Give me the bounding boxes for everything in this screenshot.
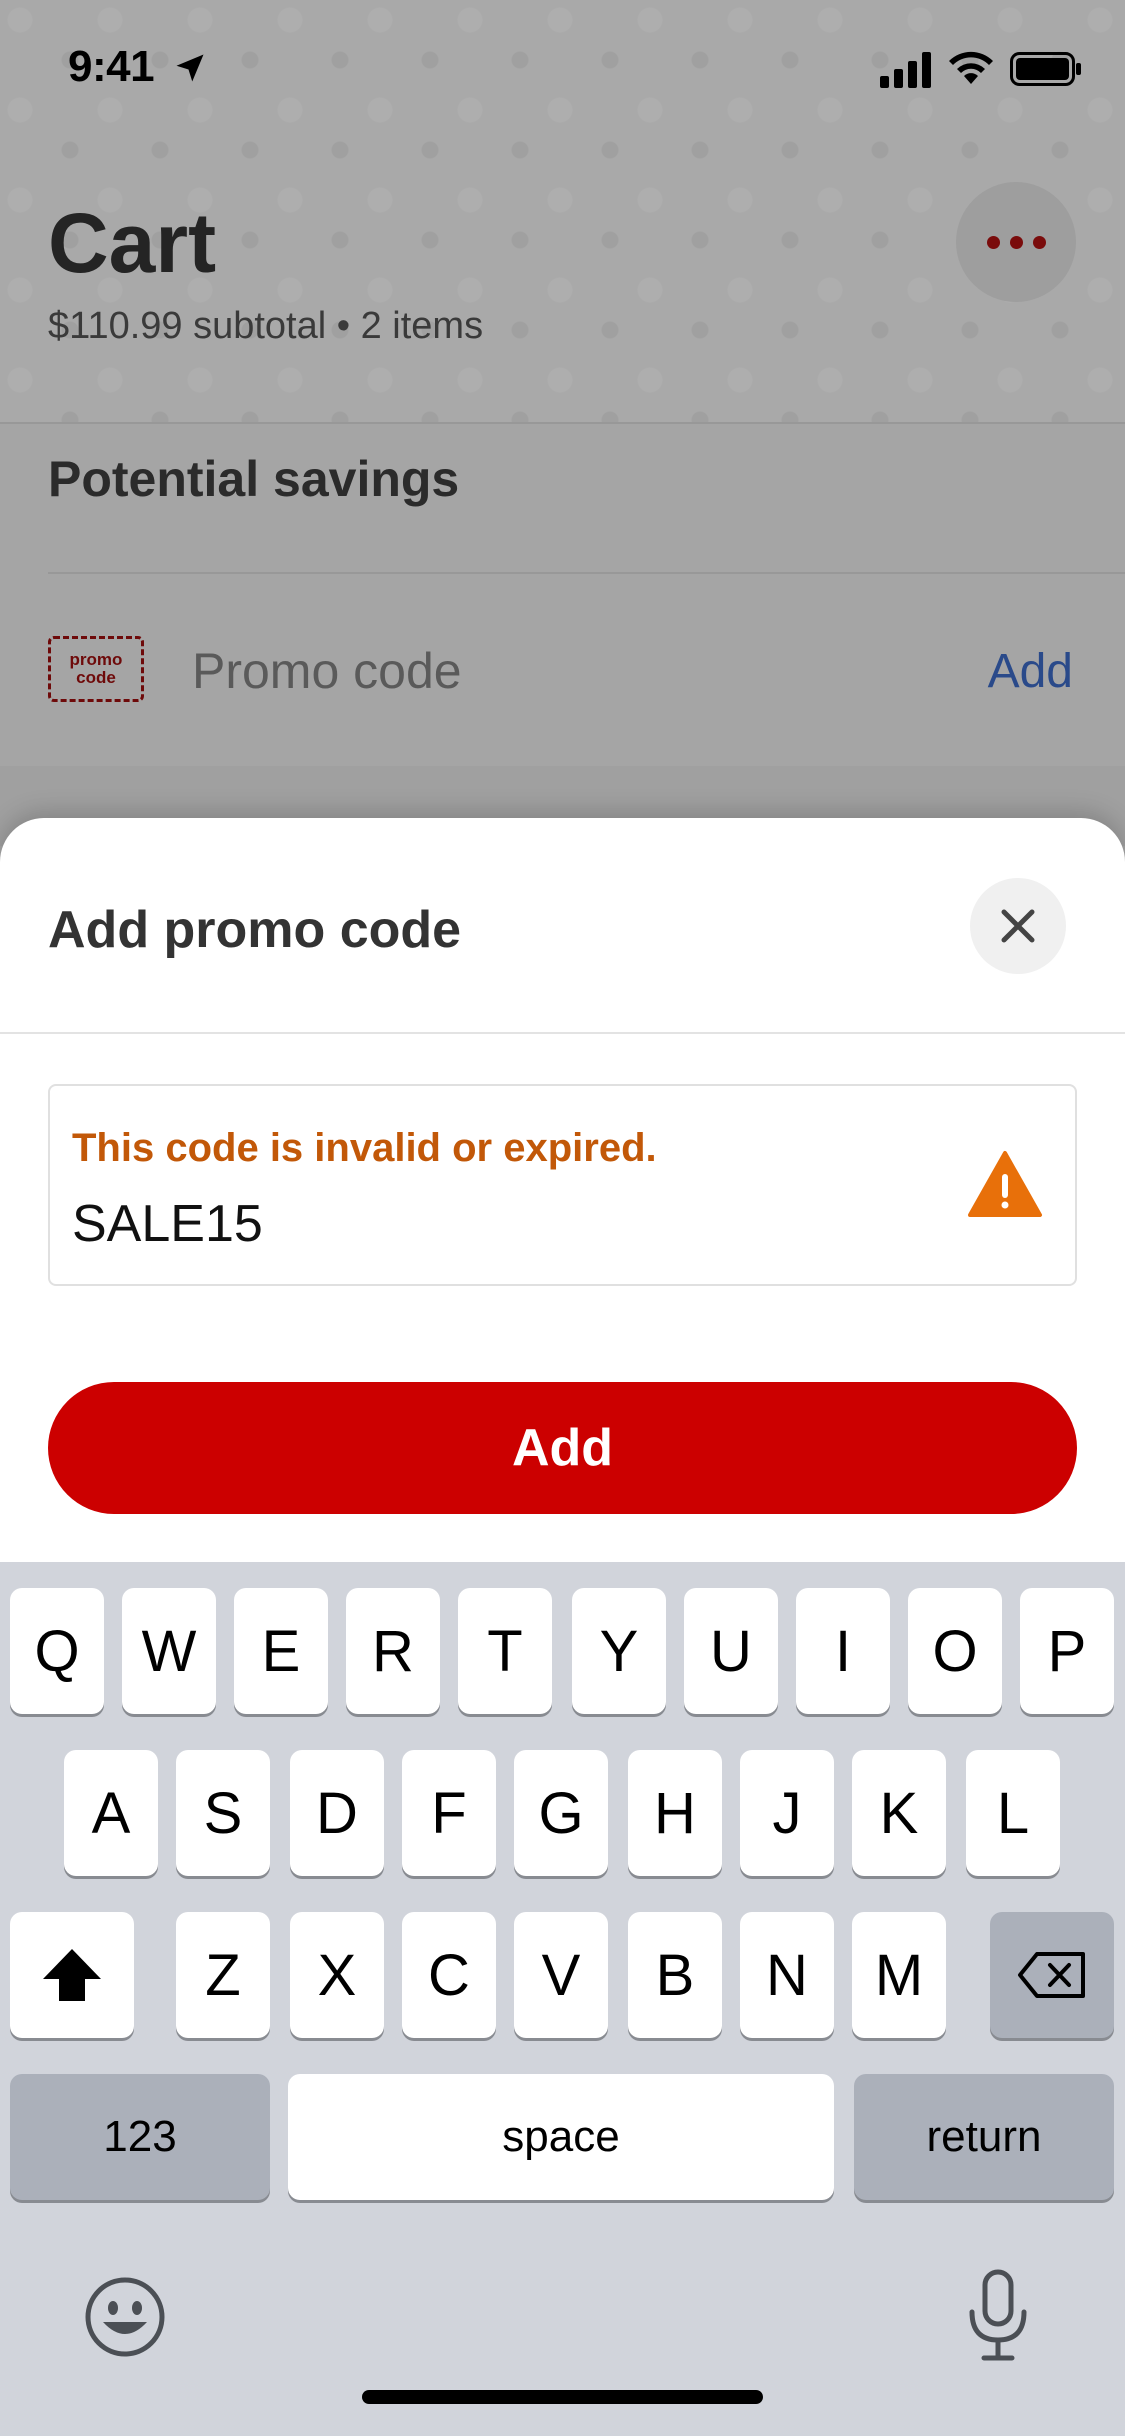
status-bar: 9:41 <box>0 0 1125 140</box>
key-f[interactable]: F <box>402 1750 496 1876</box>
shift-icon <box>43 1949 101 2001</box>
wifi-icon <box>949 51 993 84</box>
section-divider <box>48 572 1125 574</box>
key-r[interactable]: R <box>346 1588 440 1714</box>
promo-code-icon: promo code <box>48 636 144 702</box>
promo-badge-line1: promo <box>69 650 123 669</box>
status-time: 9:41 <box>68 42 155 91</box>
cart-page-background: 9:41 Cart $110.99 subtotal • 2 items Pot… <box>0 0 1125 846</box>
sheet-title: Add promo code <box>48 901 462 959</box>
key-t[interactable]: T <box>458 1588 552 1714</box>
numbers-key[interactable]: 123 <box>10 2074 270 2200</box>
key-y[interactable]: Y <box>572 1588 666 1714</box>
key-q[interactable]: Q <box>10 1588 104 1714</box>
header-divider <box>0 422 1125 424</box>
key-s[interactable]: S <box>176 1750 270 1876</box>
close-icon <box>1001 909 1035 943</box>
key-h[interactable]: H <box>628 1750 722 1876</box>
location-arrow-icon <box>176 54 204 82</box>
key-w[interactable]: W <box>122 1588 216 1714</box>
key-k[interactable]: K <box>852 1750 946 1876</box>
more-horizontal-icon <box>986 235 1000 249</box>
key-u[interactable]: U <box>684 1588 778 1714</box>
sheet-divider <box>0 1032 1125 1034</box>
key-c[interactable]: C <box>402 1912 496 2038</box>
warning-triangle-icon <box>968 1151 1042 1217</box>
error-message: This code is invalid or expired. <box>72 1126 657 1170</box>
battery-icon <box>1010 52 1081 86</box>
shift-key[interactable] <box>10 1912 134 2038</box>
key-v[interactable]: V <box>514 1912 608 2038</box>
more-dot <box>1009 235 1023 249</box>
key-n[interactable]: N <box>740 1912 834 2038</box>
cart-subtotal: $110.99 subtotal • 2 items <box>48 305 484 347</box>
page-title: Cart <box>48 196 217 290</box>
return-key[interactable]: return <box>854 2074 1114 2200</box>
promo-code-label: Promo code <box>192 643 462 699</box>
key-l[interactable]: L <box>966 1750 1060 1876</box>
key-d[interactable]: D <box>290 1750 384 1876</box>
keyboard: Q W E R T Y U I O P A S D F G H J K L Z … <box>0 1562 1125 2436</box>
key-g[interactable]: G <box>514 1750 608 1876</box>
key-a[interactable]: A <box>64 1750 158 1876</box>
delete-icon <box>1018 1952 1085 1998</box>
key-m[interactable]: M <box>852 1912 946 2038</box>
more-dot <box>1032 235 1046 249</box>
key-x[interactable]: X <box>290 1912 384 2038</box>
space-key[interactable]: space <box>288 2074 834 2200</box>
close-button[interactable] <box>970 878 1066 974</box>
promo-add-link[interactable]: Add <box>988 644 1073 699</box>
promo-code-input[interactable]: This code is invalid or expired. SALE15 <box>48 1084 1077 1286</box>
more-options-button[interactable] <box>956 182 1076 302</box>
key-i[interactable]: I <box>796 1588 890 1714</box>
delete-key[interactable] <box>990 1912 1114 2038</box>
emoji-icon[interactable] <box>84 2276 166 2358</box>
key-z[interactable]: Z <box>176 1912 270 2038</box>
add-promo-button[interactable]: Add <box>48 1382 1077 1514</box>
key-j[interactable]: J <box>740 1750 834 1876</box>
key-b[interactable]: B <box>628 1912 722 2038</box>
promo-badge-line2: code <box>76 668 116 687</box>
key-p[interactable]: P <box>1020 1588 1114 1714</box>
microphone-icon[interactable] <box>966 2268 1030 2364</box>
promo-code-value[interactable]: SALE15 <box>72 1194 263 1254</box>
key-o[interactable]: O <box>908 1588 1002 1714</box>
cellular-signal-icon <box>880 52 931 88</box>
home-indicator <box>362 2390 763 2404</box>
section-title-savings: Potential savings <box>48 451 460 507</box>
key-e[interactable]: E <box>234 1588 328 1714</box>
